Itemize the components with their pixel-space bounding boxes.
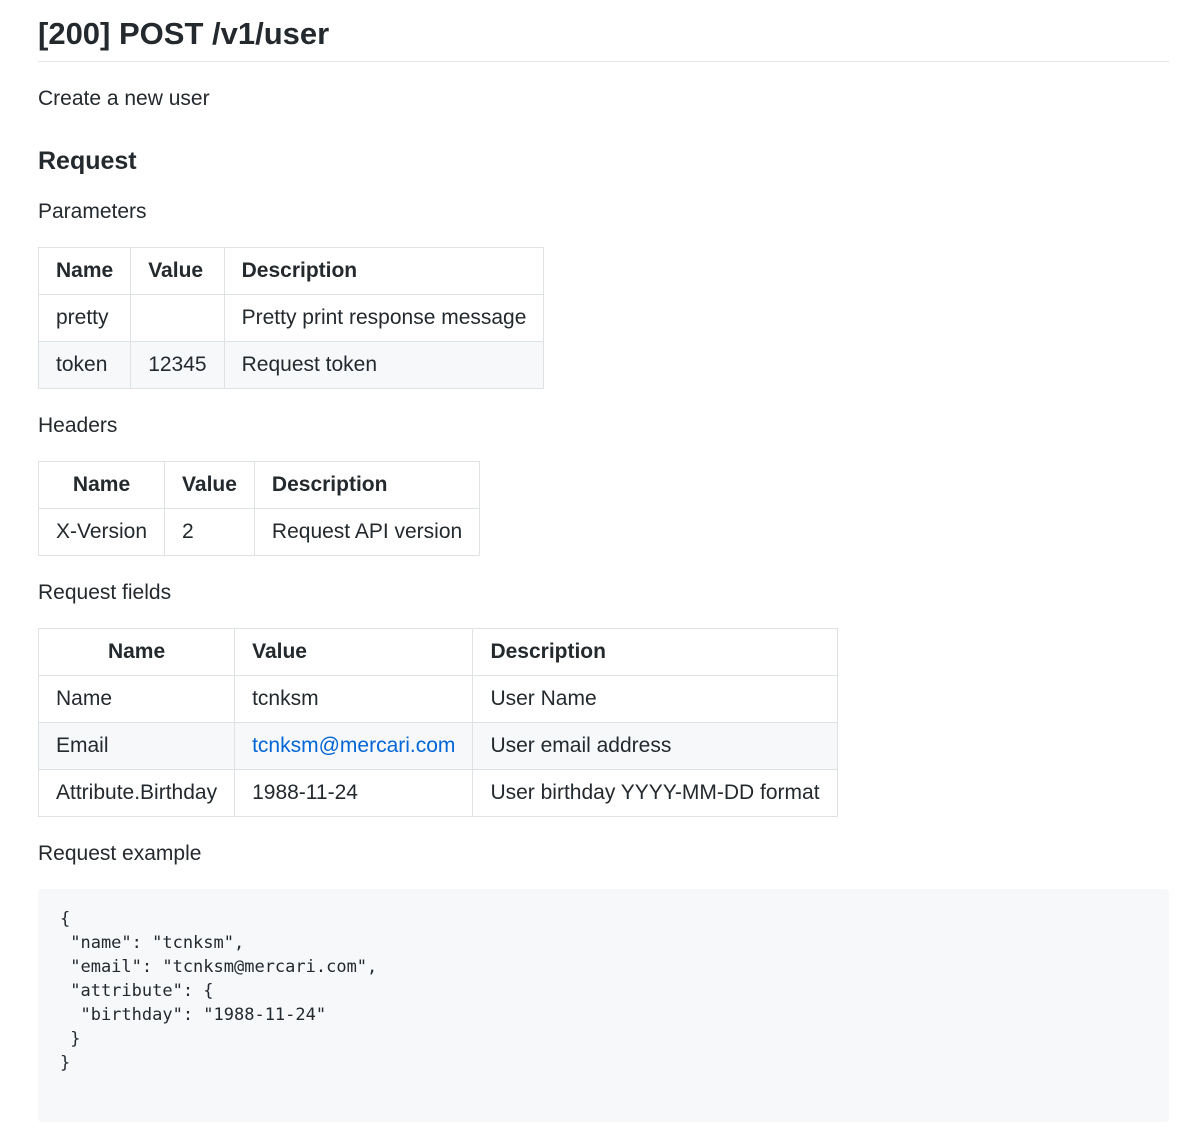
header-value-cell: 2 <box>164 508 255 556</box>
param-description-cell: Request token <box>223 341 545 389</box>
table-header-row: Name Value Description <box>37 461 481 509</box>
code-block: { "name": "tcnksm", "email": "tcnksm@mer… <box>38 889 1169 1122</box>
table-row: Email tcnksm@mercari.com User email addr… <box>37 722 838 770</box>
field-description-cell: User email address <box>472 722 838 770</box>
table-row: Name tcnksm User Name <box>37 675 838 723</box>
request-example-code: { "name": "tcnksm", "email": "tcnksm@mer… <box>60 909 378 1073</box>
field-value-cell: tcnksm <box>234 675 474 723</box>
request-example-label: Request example <box>38 842 202 865</box>
param-name-cell: pretty <box>37 294 132 342</box>
header-name-cell: X-Version <box>37 508 166 556</box>
email-link[interactable]: tcnksm@mercari.com <box>252 734 455 757</box>
param-value-cell <box>130 294 225 342</box>
parameters-label: Parameters <box>38 200 147 223</box>
table-header-row: Name Value Description <box>37 247 545 295</box>
request-fields-table: Name Value Description Name tcnksm User … <box>37 628 838 817</box>
title-divider <box>38 61 1169 62</box>
request-heading: Request <box>38 147 137 175</box>
column-header: Name <box>37 247 132 295</box>
field-description-cell: User birthday YYYY-MM-DD format <box>472 769 838 817</box>
param-value-cell: 12345 <box>130 341 225 389</box>
field-value-cell: tcnksm@mercari.com <box>234 722 474 770</box>
column-header: Value <box>164 461 255 509</box>
headers-label: Headers <box>38 414 118 437</box>
field-name-cell: Name <box>37 675 236 723</box>
column-header: Description <box>472 628 838 676</box>
endpoint-description: Create a new user <box>38 87 210 110</box>
field-name-cell: Email <box>37 722 236 770</box>
field-description-cell: User Name <box>472 675 838 723</box>
column-header: Value <box>130 247 225 295</box>
table-row: Attribute.Birthday 1988-11-24 User birth… <box>37 769 838 817</box>
column-header: Name <box>37 628 236 676</box>
param-name-cell: token <box>37 341 132 389</box>
page-title: [200] POST /v1/user <box>38 16 330 51</box>
parameters-table: Name Value Description pretty Pretty pri… <box>37 247 545 389</box>
column-header: Description <box>253 461 481 509</box>
column-header: Name <box>37 461 166 509</box>
field-value-cell: 1988-11-24 <box>234 769 474 817</box>
table-row: X-Version 2 Request API version <box>37 508 481 556</box>
table-row: token 12345 Request token <box>37 341 545 389</box>
field-name-cell: Attribute.Birthday <box>37 769 236 817</box>
column-header: Value <box>234 628 474 676</box>
table-header-row: Name Value Description <box>37 628 838 676</box>
table-row: pretty Pretty print response message <box>37 294 545 342</box>
column-header: Description <box>223 247 545 295</box>
headers-table: Name Value Description X-Version 2 Reque… <box>37 461 481 556</box>
request-fields-label: Request fields <box>38 581 172 604</box>
param-description-cell: Pretty print response message <box>223 294 545 342</box>
header-description-cell: Request API version <box>253 508 481 556</box>
